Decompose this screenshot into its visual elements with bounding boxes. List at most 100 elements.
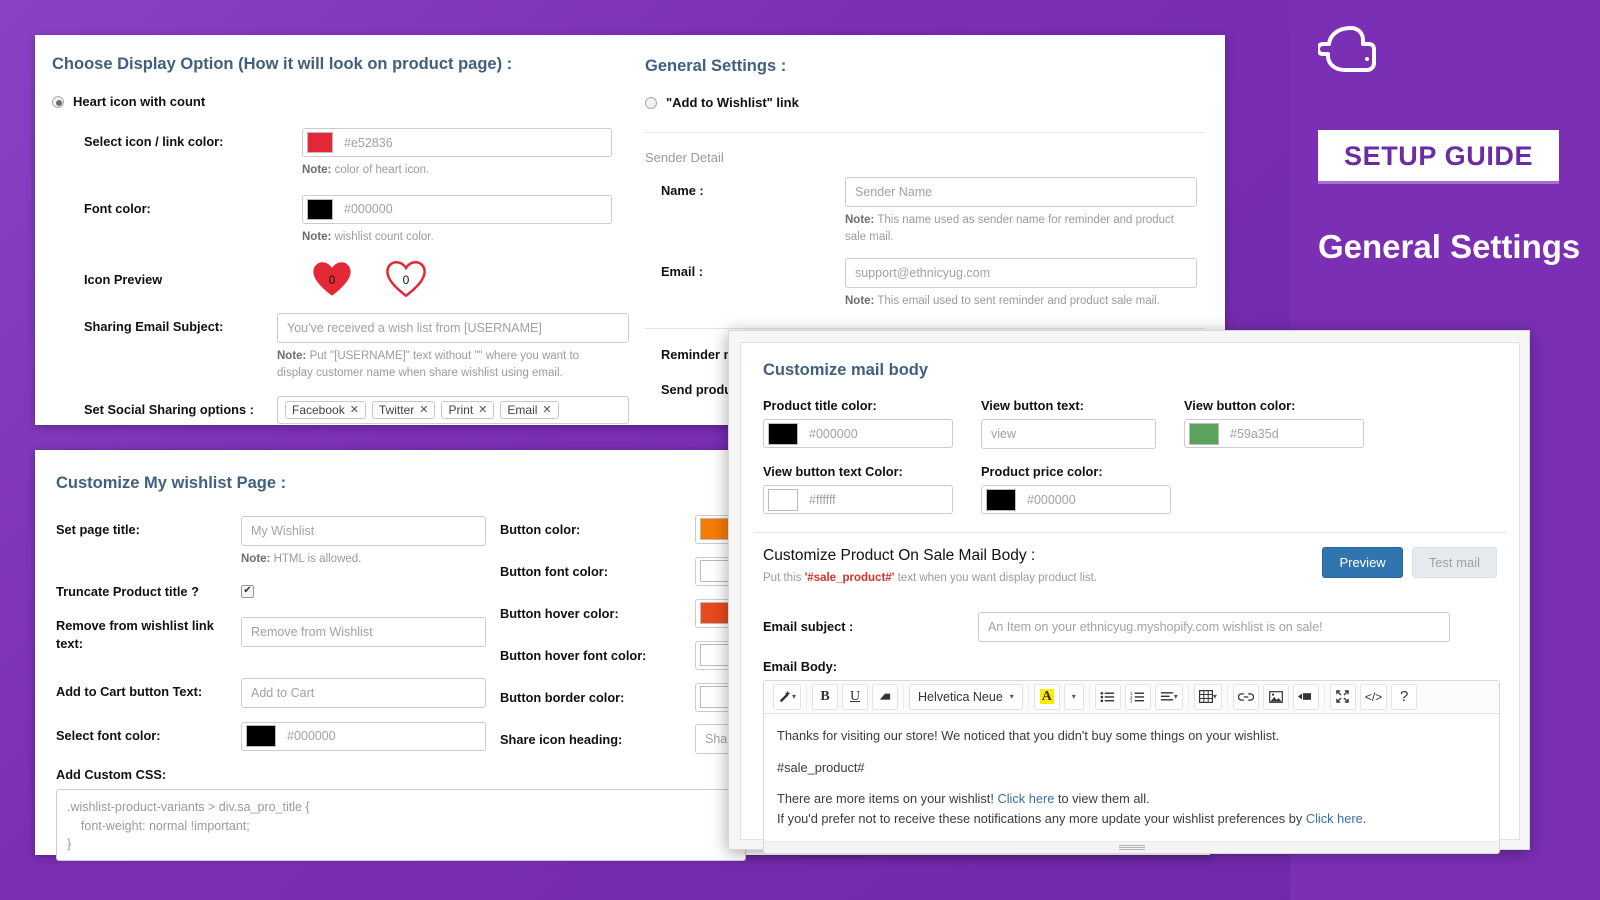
remove-icon[interactable]: ✕ bbox=[350, 403, 359, 416]
radio-heart-icon-with-count[interactable]: Heart icon with count bbox=[52, 94, 647, 109]
image-icon[interactable] bbox=[1263, 684, 1289, 710]
table-icon[interactable]: ▾ bbox=[1194, 684, 1222, 710]
text-color-icon[interactable]: A bbox=[1034, 684, 1060, 710]
view-button-color-field[interactable]: #59a35d bbox=[1184, 419, 1364, 448]
radio-indicator[interactable] bbox=[52, 96, 64, 108]
customize-mail-body-modal: Customize mail body Product title color:… bbox=[728, 330, 1530, 850]
pointing-hand-icon bbox=[1318, 22, 1380, 83]
chevron-down-icon[interactable]: ▾ bbox=[792, 692, 796, 701]
label-add-to-cart-text: Add to Cart button Text: bbox=[56, 678, 241, 708]
font-family-select[interactable]: Helvetica Neue ▾ bbox=[909, 684, 1023, 710]
page-title-input[interactable]: My Wishlist bbox=[241, 516, 486, 546]
email-body-content[interactable]: Thanks for visiting our store! We notice… bbox=[764, 714, 1499, 841]
eraser-icon[interactable] bbox=[872, 684, 898, 710]
note-text: HTML is allowed. bbox=[274, 553, 362, 565]
label-product-price-color: Product price color: bbox=[981, 464, 1171, 479]
social-sharing-tag-list[interactable]: Facebook ✕ Twitter ✕ Print ✕ Email ✕ bbox=[277, 396, 629, 424]
custom-css-textarea[interactable]: .wishlist-product-variants > div.sa_pro_… bbox=[56, 789, 746, 861]
truncate-product-title-checkbox[interactable]: ✔ bbox=[241, 585, 254, 598]
toolbar-group-lists: 123 ▾ bbox=[1089, 684, 1188, 710]
tag-email[interactable]: Email ✕ bbox=[500, 401, 558, 419]
radio-indicator[interactable] bbox=[645, 97, 657, 109]
toolbar-group-format: B U bbox=[806, 684, 903, 710]
color-swatch[interactable] bbox=[700, 686, 730, 708]
help-icon[interactable]: ? bbox=[1391, 684, 1417, 710]
editor-resize-handle[interactable] bbox=[764, 841, 1499, 853]
note-prefix: Note: bbox=[277, 350, 306, 362]
product-price-color-field[interactable]: #000000 bbox=[981, 485, 1171, 514]
underline-button[interactable]: U bbox=[842, 684, 868, 710]
product-price-color-value: #000000 bbox=[1027, 493, 1076, 507]
color-swatch[interactable] bbox=[700, 560, 730, 582]
remove-from-wishlist-input[interactable]: Remove from Wishlist bbox=[241, 617, 486, 647]
fullscreen-icon[interactable] bbox=[1330, 684, 1356, 710]
color-swatch[interactable] bbox=[307, 132, 333, 153]
preview-button[interactable]: Preview bbox=[1322, 547, 1402, 578]
color-swatch[interactable] bbox=[700, 644, 730, 666]
label-truncate-product-title: Truncate Product title ? bbox=[56, 584, 241, 599]
color-swatch[interactable] bbox=[307, 199, 333, 220]
color-swatch[interactable] bbox=[246, 725, 276, 747]
color-swatch[interactable] bbox=[700, 602, 730, 624]
product-title-color-field[interactable]: #000000 bbox=[763, 419, 953, 448]
color-swatch[interactable] bbox=[768, 423, 798, 445]
test-mail-button[interactable]: Test mail bbox=[1412, 547, 1497, 578]
label-button-font-color: Button font color: bbox=[500, 564, 695, 579]
note-prefix: Note: bbox=[302, 164, 331, 176]
chevron-down-icon[interactable]: ▾ bbox=[1064, 684, 1084, 710]
sender-name-input[interactable]: Sender Name bbox=[845, 177, 1197, 207]
email-subject-input[interactable]: An Item on your ethnicyug.myshopify.com … bbox=[978, 612, 1450, 642]
chevron-down-icon[interactable]: ▾ bbox=[1213, 692, 1217, 701]
chevron-down-icon[interactable]: ▾ bbox=[1010, 692, 1014, 701]
editor-toolbar[interactable]: ▾ B U Helvetica Neue ▾ bbox=[764, 681, 1499, 714]
heart-outline-preview: 0 bbox=[386, 261, 426, 297]
sharing-email-subject-input[interactable]: You've received a wish list from [USERNA… bbox=[277, 313, 629, 343]
icon-link-color-field[interactable]: #e52836 bbox=[302, 128, 612, 157]
modal-title: Customize mail body bbox=[763, 361, 1497, 380]
magic-wand-icon[interactable]: ▾ bbox=[773, 684, 801, 710]
paragraph-align-icon[interactable]: ▾ bbox=[1155, 684, 1183, 710]
add-to-cart-text-input[interactable]: Add to Cart bbox=[241, 678, 486, 708]
chevron-down-icon[interactable]: ▾ bbox=[1174, 692, 1178, 701]
label-button-hover-font-color: Button hover font color: bbox=[500, 648, 695, 663]
label-sender-name: Name : bbox=[645, 177, 845, 245]
label-font-color: Font color: bbox=[52, 195, 302, 246]
label-share-icon-heading: Share icon heading: bbox=[500, 732, 695, 747]
icon-link-color-note: Note: color of heart icon. bbox=[302, 162, 612, 179]
bold-button[interactable]: B bbox=[812, 684, 838, 710]
remove-icon[interactable]: ✕ bbox=[419, 403, 428, 416]
font-color-field[interactable]: #000000 bbox=[302, 195, 612, 224]
toolbar-group-font: Helvetica Neue ▾ bbox=[903, 684, 1028, 710]
color-swatch[interactable] bbox=[768, 489, 798, 511]
tag-facebook[interactable]: Facebook ✕ bbox=[285, 401, 366, 419]
color-swatch[interactable] bbox=[1189, 423, 1219, 445]
label-product-title-color: Product title color: bbox=[763, 398, 953, 413]
code-view-icon[interactable]: </> bbox=[1360, 684, 1387, 710]
tag-print[interactable]: Print ✕ bbox=[441, 401, 494, 419]
tag-twitter[interactable]: Twitter ✕ bbox=[372, 401, 436, 419]
line3-after: to view them all. bbox=[1054, 791, 1149, 806]
remove-icon[interactable]: ✕ bbox=[542, 403, 551, 416]
note-text: wishlist count color. bbox=[335, 231, 434, 243]
email-body-editor[interactable]: ▾ B U Helvetica Neue ▾ bbox=[763, 680, 1500, 854]
remove-icon[interactable]: ✕ bbox=[478, 403, 487, 416]
unordered-list-icon[interactable] bbox=[1095, 684, 1121, 710]
video-icon[interactable] bbox=[1293, 684, 1319, 710]
sharing-subject-note: Note: Put "[USERNAME]" text without "" w… bbox=[277, 348, 612, 381]
color-swatch[interactable] bbox=[700, 518, 730, 540]
view-button-text-input[interactable]: view bbox=[981, 419, 1156, 449]
sender-email-input[interactable]: support@ethnicyug.com bbox=[845, 258, 1197, 288]
label-remove-from-wishlist-text: Remove from wishlist link text: bbox=[56, 617, 241, 654]
radio-add-to-wishlist-link[interactable]: "Add to Wishlist" link bbox=[645, 95, 1215, 110]
click-here-link[interactable]: Click here bbox=[1306, 811, 1363, 826]
wishlist-font-color-field[interactable]: #000000 bbox=[241, 722, 486, 751]
link-icon[interactable] bbox=[1233, 684, 1259, 710]
color-swatch[interactable] bbox=[986, 489, 1016, 511]
label-sender-email: Email : bbox=[645, 258, 845, 310]
view-button-text-color-field[interactable]: #ffffff bbox=[763, 485, 953, 514]
ordered-list-icon[interactable]: 123 bbox=[1125, 684, 1151, 710]
email-body-line-1: Thanks for visiting our store! We notice… bbox=[777, 726, 1486, 746]
label-social-sharing: Set Social Sharing options : bbox=[52, 402, 277, 417]
click-here-link[interactable]: Click here bbox=[997, 791, 1054, 806]
heart-filled-preview: 0 bbox=[312, 261, 352, 297]
